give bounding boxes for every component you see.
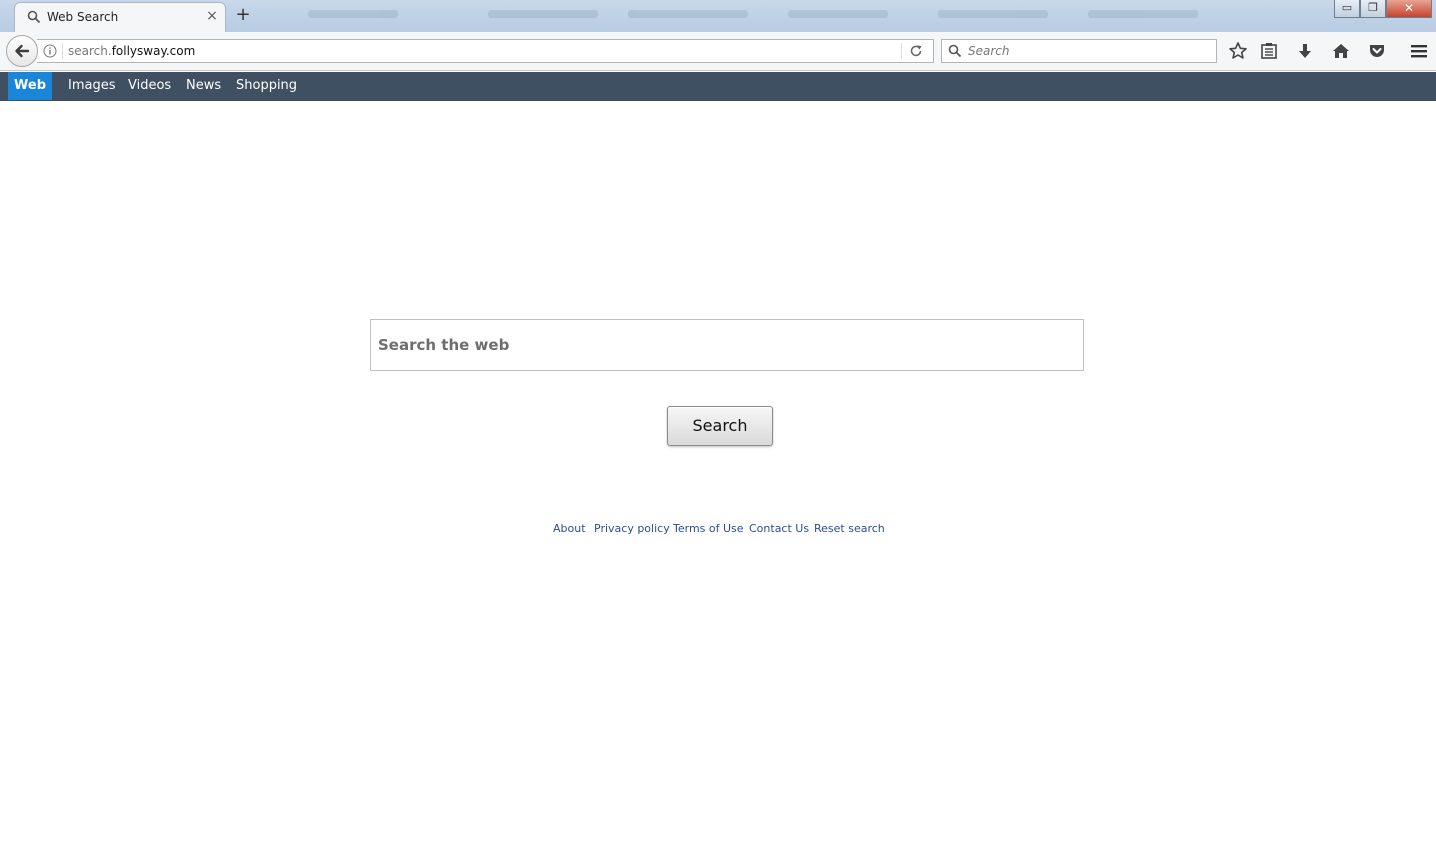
star-icon[interactable] — [1228, 41, 1248, 61]
window-controls: ▭ ❐ ✕ — [1334, 0, 1432, 18]
menu-icon[interactable] — [1409, 41, 1429, 61]
tab-close-icon[interactable]: × — [204, 7, 220, 25]
new-tab-button[interactable]: + — [233, 4, 253, 26]
home-icon[interactable] — [1331, 41, 1351, 61]
url-host-domain: follysway.com — [111, 44, 196, 58]
download-icon[interactable] — [1295, 41, 1315, 61]
back-button[interactable] — [6, 35, 38, 67]
reading-list-icon[interactable] — [1259, 41, 1279, 61]
category-images[interactable]: Images — [68, 72, 116, 100]
category-news[interactable]: News — [186, 72, 221, 100]
back-arrow-icon — [15, 44, 30, 58]
category-shopping[interactable]: Shopping — [236, 72, 297, 100]
about-link[interactable]: About — [553, 522, 586, 535]
url-host-prefix: search. — [68, 44, 112, 58]
web-search-input[interactable] — [370, 319, 1084, 371]
search-button[interactable]: Search — [667, 406, 773, 446]
url-bar[interactable]: search.follysway.com — [37, 39, 934, 63]
info-icon[interactable] — [43, 44, 57, 58]
contact-us-link[interactable]: Contact Us — [749, 522, 809, 535]
url-text[interactable]: search.follysway.com — [68, 44, 195, 58]
tab-strip: Web Search × + ▭ ❐ ✕ — [0, 0, 1436, 32]
browser-tab[interactable]: Web Search × — [14, 2, 226, 32]
browser-search-input[interactable] — [966, 41, 1211, 61]
browser-search-box[interactable] — [941, 39, 1217, 63]
close-window-button[interactable]: ✕ — [1386, 0, 1432, 18]
reload-icon[interactable] — [909, 44, 923, 58]
privacy-policy-link[interactable]: Privacy policy — [594, 522, 670, 535]
category-videos[interactable]: Videos — [128, 72, 171, 100]
url-separator — [62, 43, 63, 59]
restore-button[interactable]: ❐ — [1360, 0, 1386, 18]
reload-separator — [901, 43, 902, 59]
pocket-icon[interactable] — [1367, 41, 1387, 61]
navigation-toolbar: search.follysway.com — [0, 32, 1436, 71]
background-tabs — [268, 6, 1298, 24]
minimize-button[interactable]: ▭ — [1334, 0, 1360, 18]
category-nav: Web Images Videos News Shopping — [0, 72, 1436, 101]
tab-title: Web Search — [47, 10, 119, 24]
terms-of-use-link[interactable]: Terms of Use — [673, 522, 744, 535]
footer-links: About Privacy policy Terms of Use Contac… — [0, 522, 1436, 538]
category-web[interactable]: Web — [8, 72, 52, 100]
search-icon — [948, 44, 962, 58]
search-icon — [27, 10, 41, 24]
reset-search-link[interactable]: Reset search — [814, 522, 885, 535]
